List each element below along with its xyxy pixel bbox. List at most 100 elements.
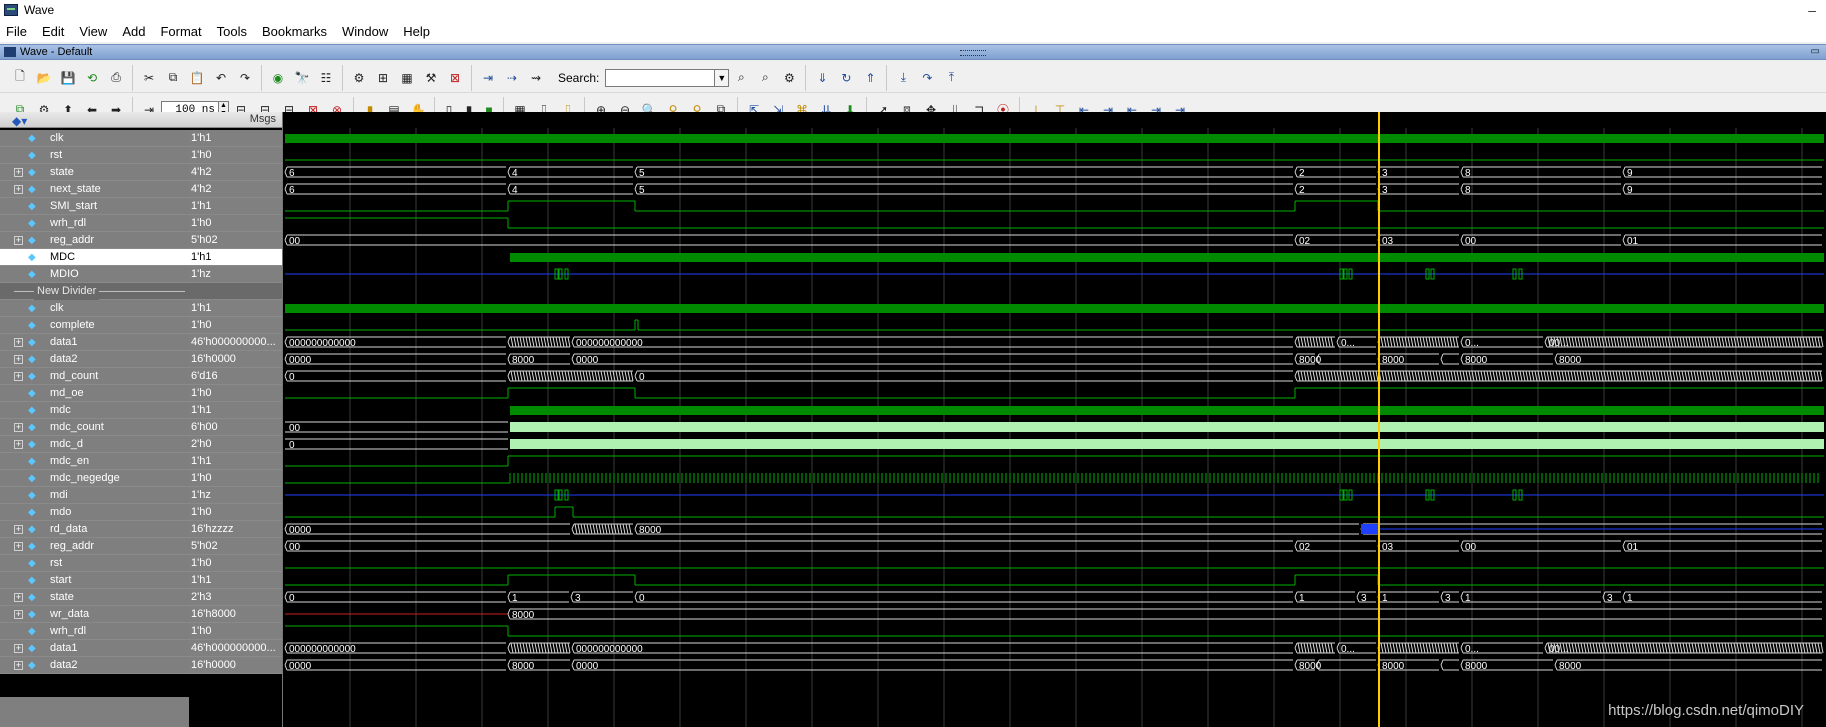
open-folder-icon[interactable]: 📂: [34, 68, 54, 88]
menu-format[interactable]: Format: [160, 24, 201, 39]
bus-dense: [1402, 370, 1406, 382]
signal-row-md-count[interactable]: + ◆ md_count: [0, 368, 189, 385]
expand-icon[interactable]: +: [14, 355, 23, 364]
compile-icon[interactable]: ◉: [268, 68, 288, 88]
bus-label: 0: [289, 593, 295, 604]
expand-icon[interactable]: +: [14, 185, 23, 194]
cursor-up2-icon[interactable]: ⤒: [941, 68, 961, 88]
menu-help[interactable]: Help: [403, 24, 430, 39]
divider-row[interactable]: New Divider: [0, 283, 189, 300]
menu-add[interactable]: Add: [122, 24, 145, 39]
signal-row-data2[interactable]: + ◆ data2: [0, 657, 189, 674]
signal-row-wrh-rdl[interactable]: ◆ wrh_rdl: [0, 623, 189, 640]
signal-row-data1[interactable]: + ◆ data1: [0, 640, 189, 657]
print-icon[interactable]: ⎙: [106, 68, 126, 88]
signal-row-data1[interactable]: + ◆ data1: [0, 334, 189, 351]
search-dropdown-icon[interactable]: ▼: [715, 68, 730, 87]
cursor-mode-icon[interactable]: ↷: [917, 68, 937, 88]
settings-icon[interactable]: ⚙: [349, 68, 369, 88]
tools-icon[interactable]: ⚒: [421, 68, 441, 88]
expand-icon[interactable]: +: [14, 661, 23, 670]
bus-dense: [1655, 642, 1659, 654]
cursor-loop-icon[interactable]: ↻: [836, 68, 856, 88]
signal-row-rst[interactable]: ◆ rst: [0, 147, 189, 164]
signal-row-mdc-en[interactable]: ◆ mdc_en: [0, 453, 189, 470]
grid-icon[interactable]: ▦: [397, 68, 417, 88]
list-icon[interactable]: ☷: [316, 68, 336, 88]
menu-edit[interactable]: Edit: [42, 24, 64, 39]
reload-icon[interactable]: ⟲: [82, 68, 102, 88]
paste-icon[interactable]: 📋: [187, 68, 207, 88]
redo-icon[interactable]: ↷: [235, 68, 255, 88]
bus-label: 8000: [639, 525, 662, 536]
menu-tools[interactable]: Tools: [217, 24, 247, 39]
menu-view[interactable]: View: [79, 24, 107, 39]
minimize-icon[interactable]: –: [1808, 2, 1816, 18]
signal-row-reg-addr[interactable]: + ◆ reg_addr: [0, 538, 189, 555]
cursor-up-icon[interactable]: ⇑: [860, 68, 880, 88]
signal-row-state[interactable]: + ◆ state: [0, 589, 189, 606]
signal-row-mdc[interactable]: ◆ MDC: [0, 249, 189, 266]
save-icon[interactable]: 💾: [58, 68, 78, 88]
signal-row-rd-data[interactable]: + ◆ rd_data: [0, 521, 189, 538]
expand-icon[interactable]: +: [14, 644, 23, 653]
drag-grip[interactable]: [960, 50, 986, 56]
expand-icon[interactable]: +: [14, 440, 23, 449]
signal-row-md-oe[interactable]: ◆ md_oe: [0, 385, 189, 402]
signal-row-mdi[interactable]: ◆ mdi: [0, 487, 189, 504]
search-prev-icon[interactable]: ⌕: [755, 68, 775, 88]
step-in-icon[interactable]: ⇥: [478, 68, 498, 88]
expand-icon[interactable]: +: [14, 610, 23, 619]
copy-icon[interactable]: ⧉: [163, 68, 183, 88]
bus-dense: [1501, 370, 1505, 382]
wave-calc-icon[interactable]: ⊞: [373, 68, 393, 88]
expand-icon[interactable]: +: [14, 168, 23, 177]
expand-icon[interactable]: +: [14, 423, 23, 432]
signal-row-mdc-negedge[interactable]: ◆ mdc_negedge: [0, 470, 189, 487]
expand-icon[interactable]: +: [14, 593, 23, 602]
break-icon[interactable]: ⊠: [445, 68, 465, 88]
signal-row-rst[interactable]: ◆ rst: [0, 555, 189, 572]
menu-file[interactable]: File: [6, 24, 27, 39]
signal-row-data2[interactable]: + ◆ data2: [0, 351, 189, 368]
search-options-icon[interactable]: ⚙: [779, 68, 799, 88]
signal-row-clk[interactable]: ◆ clk: [0, 130, 189, 147]
menu-window[interactable]: Window: [342, 24, 388, 39]
insert-cursor-icon[interactable]: ⤓: [893, 68, 913, 88]
signal-row-start[interactable]: ◆ start: [0, 572, 189, 589]
signal-row-mdc-count[interactable]: + ◆ mdc_count: [0, 419, 189, 436]
cut-icon[interactable]: ✂: [139, 68, 159, 88]
expand-icon[interactable]: +: [14, 525, 23, 534]
search-input[interactable]: [605, 68, 716, 87]
expand-icon[interactable]: +: [14, 338, 23, 347]
signal-row-smi-start[interactable]: ◆ SMI_start: [0, 198, 189, 215]
bus-dense: [1813, 370, 1817, 382]
signal-row-reg-addr[interactable]: + ◆ reg_addr: [0, 232, 189, 249]
undo-icon[interactable]: ↶: [211, 68, 231, 88]
cursor-down-icon[interactable]: ⇓: [812, 68, 832, 88]
bus-dense: [1446, 336, 1450, 348]
step-over-icon[interactable]: ⇢: [502, 68, 522, 88]
undock-icon[interactable]: ▭: [1811, 46, 1820, 57]
signal-row-clk[interactable]: ◆ clk: [0, 300, 189, 317]
signal-row-mdc-d[interactable]: + ◆ mdc_d: [0, 436, 189, 453]
menu-bookmarks[interactable]: Bookmarks: [262, 24, 327, 39]
signal-row-wrh-rdl[interactable]: ◆ wrh_rdl: [0, 215, 189, 232]
signal-row-wr-data[interactable]: + ◆ wr_data: [0, 606, 189, 623]
trace-icon[interactable]: ⇝: [526, 68, 546, 88]
bus-edge: [507, 370, 511, 382]
find-icon[interactable]: 🔭: [292, 68, 312, 88]
new-file-icon[interactable]: 🗋: [10, 68, 30, 88]
search-next-icon[interactable]: ⌕: [731, 68, 751, 88]
signal-row-mdc[interactable]: ◆ mdc: [0, 402, 189, 419]
expand-icon[interactable]: +: [14, 542, 23, 551]
waveform-canvas[interactable]: 6 4 5 2 3 8 96 4 5 2 3 8 900 02 03 00 01000000000000 0000…: [283, 112, 1826, 727]
signal-row-complete[interactable]: ◆ complete: [0, 317, 189, 334]
signal-row-mdo[interactable]: ◆ mdo: [0, 504, 189, 521]
expand-icon[interactable]: +: [14, 236, 23, 245]
expand-icon[interactable]: +: [14, 372, 23, 381]
signal-row-next-state[interactable]: + ◆ next_state: [0, 181, 189, 198]
signal-row-state[interactable]: + ◆ state: [0, 164, 189, 181]
signal-filter-icon[interactable]: ◆▾: [12, 114, 27, 128]
signal-row-mdio[interactable]: ◆ MDIO: [0, 266, 189, 283]
